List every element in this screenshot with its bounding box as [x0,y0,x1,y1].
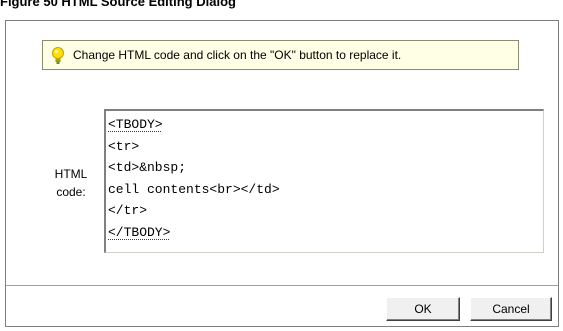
html-code-label-line2: code: [56,185,86,199]
lightbulb-icon [51,47,65,65]
code-line: <tr> [108,136,541,158]
code-line: cell contents<br></td> [108,179,541,201]
tip-text: Change HTML code and click on the "OK" b… [73,48,402,62]
code-line: </tr> [108,200,541,222]
html-source-dialog: Change HTML code and click on the "OK" b… [5,20,559,327]
code-line: </TBODY> [108,222,541,244]
code-line-3: <td>&nbsp; [108,160,187,175]
cancel-button[interactable]: Cancel [470,297,552,321]
tip-box: Change HTML code and click on the "OK" b… [42,40,519,70]
html-code-label: HTML code: [46,165,96,201]
html-code-textarea[interactable]: <TBODY> <tr> <td>&nbsp; cell contents<br… [104,109,544,253]
code-line-2: <tr> [108,138,140,154]
code-line-1: <TBODY> [108,117,163,132]
ok-button[interactable]: OK [386,297,460,321]
button-bar-divider [6,285,558,286]
figure-caption: Figure 50 HTML Source Editing Dialog [0,0,236,9]
code-line-6: </TBODY> [108,224,171,240]
code-line: <TBODY> [108,114,541,136]
code-line-4: cell contents<br></td> [108,181,280,197]
code-line-5: </tr> [108,203,148,218]
html-code-label-line1: HTML [54,167,88,181]
code-line: <td>&nbsp; [108,157,541,179]
